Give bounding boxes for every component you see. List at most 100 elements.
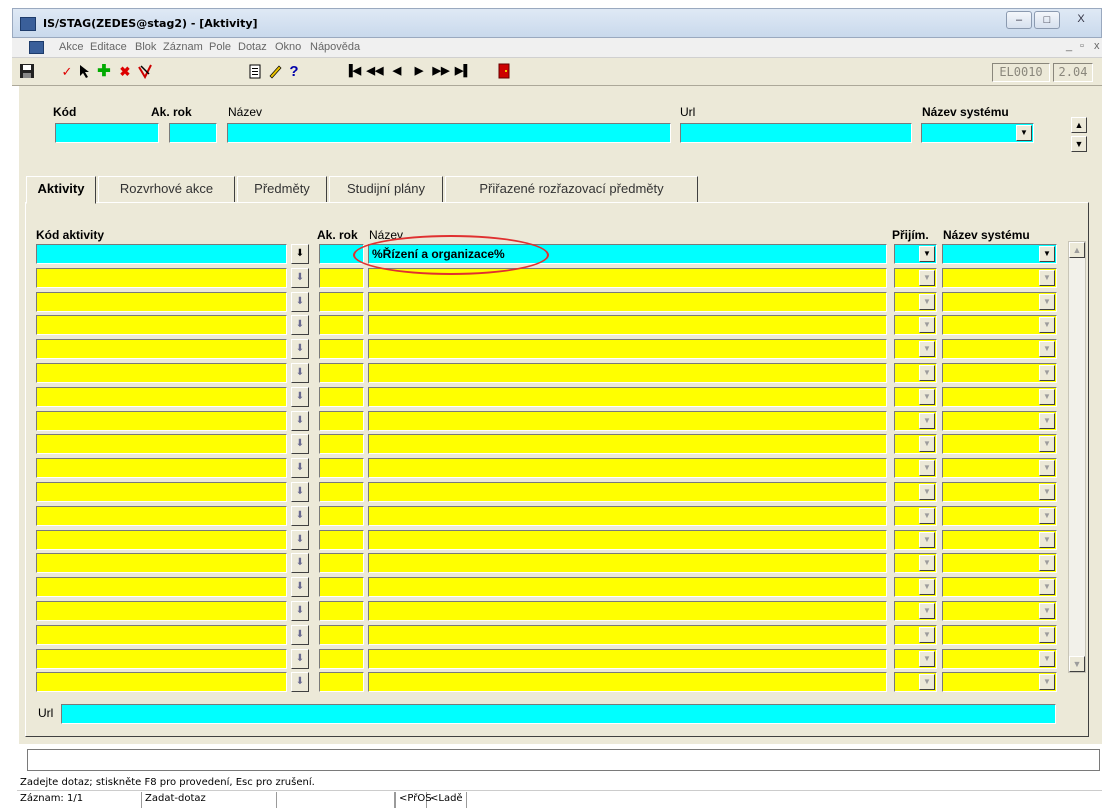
prijim-select[interactable]: ▼ (894, 649, 937, 669)
save-icon[interactable] (17, 62, 37, 82)
nazev-systemu-cell-select[interactable]: ▼ (942, 506, 1057, 526)
list-of-values-icon[interactable]: ⬇ (291, 458, 309, 478)
chevron-down-icon[interactable]: ▼ (1039, 508, 1055, 524)
prijim-select[interactable]: ▼ (894, 625, 937, 645)
prijim-select[interactable]: ▼ (894, 315, 937, 335)
mdi-minimize-icon[interactable]: _ (1066, 40, 1072, 52)
nazev-cell[interactable] (368, 625, 887, 645)
chevron-down-icon[interactable]: ▼ (919, 317, 935, 333)
list-of-values-icon[interactable]: ⬇ (291, 601, 309, 621)
nazev-systemu-cell-select[interactable]: ▼ (942, 530, 1057, 550)
prijim-select[interactable]: ▼ (894, 411, 937, 431)
grid-scrollbar[interactable]: ▲ ▼ (1068, 241, 1086, 673)
ak-rok-field[interactable] (169, 123, 217, 143)
list-of-values-icon[interactable]: ⬇ (291, 411, 309, 431)
next-record-icon[interactable]: ▶ (409, 62, 429, 82)
prijim-select[interactable]: ▼ (894, 292, 937, 312)
tab-rozvrhove-akce[interactable]: Rozvrhové akce (98, 176, 235, 203)
ak-rok-cell[interactable] (319, 601, 364, 621)
chevron-down-icon[interactable]: ▼ (1039, 246, 1055, 262)
maximize-button[interactable]: □ (1034, 11, 1060, 29)
list-of-values-icon[interactable]: ⬇ (291, 268, 309, 288)
list-of-values-icon[interactable]: ⬇ (291, 363, 309, 383)
tab-aktivity[interactable]: Aktivity (26, 176, 96, 204)
nazev-cell[interactable] (368, 339, 887, 359)
last-record-icon[interactable]: ▶▌ (453, 62, 473, 82)
nazev-systemu-cell-select[interactable]: ▼ (942, 434, 1057, 454)
chevron-down-icon[interactable]: ▼ (1039, 484, 1055, 500)
tab-studijni-plany[interactable]: Studijní plány (329, 176, 443, 203)
prijim-select[interactable]: ▼ (894, 530, 937, 550)
ak-rok-cell[interactable] (319, 625, 364, 645)
nazev-systemu-cell-select[interactable]: ▼ (942, 292, 1057, 312)
nazev-cell[interactable] (368, 577, 887, 597)
nazev-cell[interactable] (368, 458, 887, 478)
prijim-select[interactable]: ▼ (894, 506, 937, 526)
list-of-values-icon[interactable]: ⬇ (291, 244, 309, 264)
list-of-values-icon[interactable]: ⬇ (291, 506, 309, 526)
chevron-down-icon[interactable]: ▼ (1039, 341, 1055, 357)
nazev-systemu-cell-select[interactable]: ▼ (942, 315, 1057, 335)
menu-pole[interactable]: Pole (209, 41, 231, 53)
chevron-down-icon[interactable]: ▼ (1039, 294, 1055, 310)
prijim-select[interactable]: ▼ (894, 244, 937, 264)
chevron-down-icon[interactable]: ▼ (919, 651, 935, 667)
nazev-systemu-select[interactable]: ▼ (921, 123, 1034, 143)
kod-aktivity-cell[interactable] (36, 411, 287, 431)
pointer-edit-icon[interactable] (75, 62, 95, 82)
kod-aktivity-cell[interactable] (36, 339, 287, 359)
chevron-down-icon[interactable]: ▼ (919, 413, 935, 429)
prijim-select[interactable]: ▼ (894, 434, 937, 454)
delete-record-icon[interactable]: ✖ (115, 62, 135, 82)
grid-scroll-up-icon[interactable]: ▲ (1069, 242, 1085, 258)
nazev-cell[interactable] (368, 649, 887, 669)
chevron-down-icon[interactable]: ▼ (1016, 125, 1032, 141)
nazev-systemu-cell-select[interactable]: ▼ (942, 553, 1057, 573)
ak-rok-cell[interactable] (319, 363, 364, 383)
prijim-select[interactable]: ▼ (894, 268, 937, 288)
nazev-cell[interactable] (368, 553, 887, 573)
list-of-values-icon[interactable]: ⬇ (291, 387, 309, 407)
chevron-down-icon[interactable]: ▼ (1039, 270, 1055, 286)
kod-aktivity-cell[interactable] (36, 649, 287, 669)
first-record-icon[interactable]: ▐◀ (343, 62, 363, 82)
help-icon[interactable]: ? (284, 62, 304, 82)
chevron-down-icon[interactable]: ▼ (1039, 674, 1055, 690)
chevron-down-icon[interactable]: ▼ (1039, 651, 1055, 667)
list-of-values-icon[interactable]: ⬇ (291, 672, 309, 692)
chevron-down-icon[interactable]: ▼ (1039, 579, 1055, 595)
ak-rok-cell[interactable] (319, 672, 364, 692)
previous-record-icon[interactable]: ◀ (387, 62, 407, 82)
menu-blok[interactable]: Blok (135, 41, 156, 53)
nazev-systemu-cell-select[interactable]: ▼ (942, 387, 1057, 407)
nazev-cell[interactable] (368, 506, 887, 526)
menu-dotaz[interactable]: Dotaz (238, 41, 267, 53)
nazev-systemu-cell-select[interactable]: ▼ (942, 411, 1057, 431)
chevron-down-icon[interactable]: ▼ (919, 579, 935, 595)
chevron-down-icon[interactable]: ▼ (919, 389, 935, 405)
header-scroll-down-icon[interactable]: ▼ (1071, 136, 1087, 152)
chevron-down-icon[interactable]: ▼ (1039, 603, 1055, 619)
previous-block-icon[interactable]: ◀◀ (365, 62, 385, 82)
close-button[interactable]: X (1065, 11, 1097, 29)
check-icon[interactable]: ✓ (57, 62, 77, 82)
list-of-values-icon[interactable]: ⬇ (291, 315, 309, 335)
nazev-field[interactable] (227, 123, 671, 143)
nazev-systemu-cell-select[interactable]: ▼ (942, 482, 1057, 502)
prijim-select[interactable]: ▼ (894, 387, 937, 407)
nazev-cell[interactable] (368, 672, 887, 692)
list-of-values-icon[interactable]: ⬇ (291, 434, 309, 454)
prijim-select[interactable]: ▼ (894, 577, 937, 597)
nazev-cell[interactable] (368, 434, 887, 454)
bottom-url-field[interactable] (61, 704, 1056, 724)
ak-rok-cell[interactable] (319, 315, 364, 335)
chevron-down-icon[interactable]: ▼ (919, 270, 935, 286)
ak-rok-cell[interactable] (319, 506, 364, 526)
list-of-values-icon[interactable]: ⬇ (291, 553, 309, 573)
chevron-down-icon[interactable]: ▼ (1039, 627, 1055, 643)
kod-aktivity-cell[interactable] (36, 506, 287, 526)
chevron-down-icon[interactable]: ▼ (919, 341, 935, 357)
ak-rok-cell[interactable] (319, 649, 364, 669)
menu-okno[interactable]: Okno (275, 41, 301, 53)
ak-rok-cell[interactable] (319, 482, 364, 502)
